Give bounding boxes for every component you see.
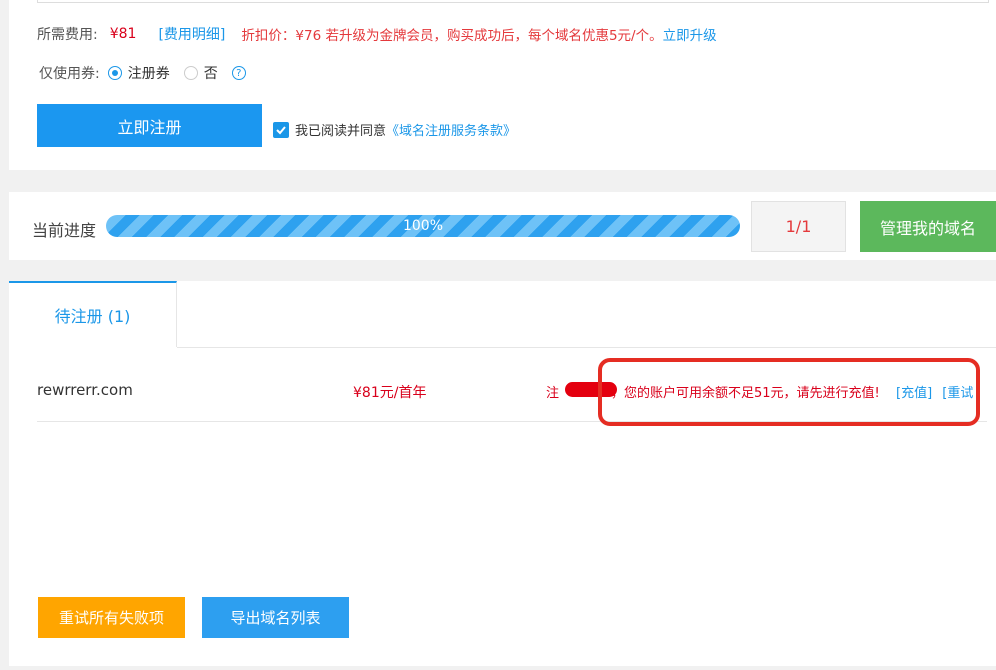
retry-all-failed-button[interactable]: 重试所有失败项 — [38, 597, 185, 638]
coupon-yes-label[interactable]: 注册券 — [128, 63, 170, 83]
agree-row: 我已阅读并同意 《域名注册服务条款》 — [273, 120, 516, 139]
discount-text: 折扣价：¥76 若升级为金牌会员，购买成功后，每个域名优惠5元/个。 — [241, 28, 663, 44]
progress-bar: 100% — [106, 215, 740, 237]
manage-domains-button[interactable]: 管理我的域名 — [860, 201, 996, 252]
order-panel: 所需费用: ¥81 [费用明细] 折扣价：¥76 若升级为金牌会员，购买成功后，… — [9, 0, 996, 170]
coupon-no-radio[interactable] — [183, 66, 198, 80]
progress-count: 1/1 — [751, 201, 846, 252]
export-domain-list-button[interactable]: 导出域名列表 — [202, 597, 349, 638]
coupon-yes-radio[interactable] — [107, 66, 122, 80]
progress-label: 当前进度 — [32, 221, 97, 240]
progress-percent: 100% — [402, 218, 444, 234]
tab-pending[interactable]: 待注册 (1) — [9, 281, 177, 347]
agree-checkbox[interactable] — [273, 121, 289, 138]
help-icon[interactable]: ? — [231, 66, 246, 80]
agree-text: 我已阅读并同意 — [295, 124, 387, 139]
coupon-no-label[interactable]: 否 — [204, 63, 218, 83]
fee-amount: ¥81 — [109, 26, 137, 42]
progress-panel: 当前进度 100% 1/1 管理我的域名 — [9, 192, 996, 260]
check-icon — [276, 125, 286, 134]
coupon-row: 仅使用券: 注册券 否 ? — [39, 63, 246, 83]
coupon-label: 仅使用券: — [39, 66, 100, 82]
upgrade-link[interactable]: 立即升级 — [663, 24, 717, 44]
fee-label: 所需费用: — [37, 27, 98, 43]
domain-price: ¥81元/首年 — [353, 385, 427, 401]
fee-row: 所需费用: ¥81 [费用明细] 折扣价：¥76 若升级为金牌会员，购买成功后，… — [37, 24, 717, 44]
tab-divider — [177, 347, 996, 348]
domain-list-panel: 待注册 (1) rewrrerr.com ¥81元/首年 注，您的账户可用余额不… — [9, 281, 996, 666]
error-highlight-box — [598, 358, 980, 426]
domain-name: rewrrerr.com — [37, 381, 133, 399]
register-button[interactable]: 立即注册 — [37, 104, 262, 147]
domain-input-edge[interactable] — [37, 0, 989, 3]
status-prefix: 注 — [546, 386, 560, 401]
terms-link[interactable]: 《域名注册服务条款》 — [386, 120, 516, 139]
fee-detail-link[interactable]: [费用明细] — [158, 24, 225, 44]
